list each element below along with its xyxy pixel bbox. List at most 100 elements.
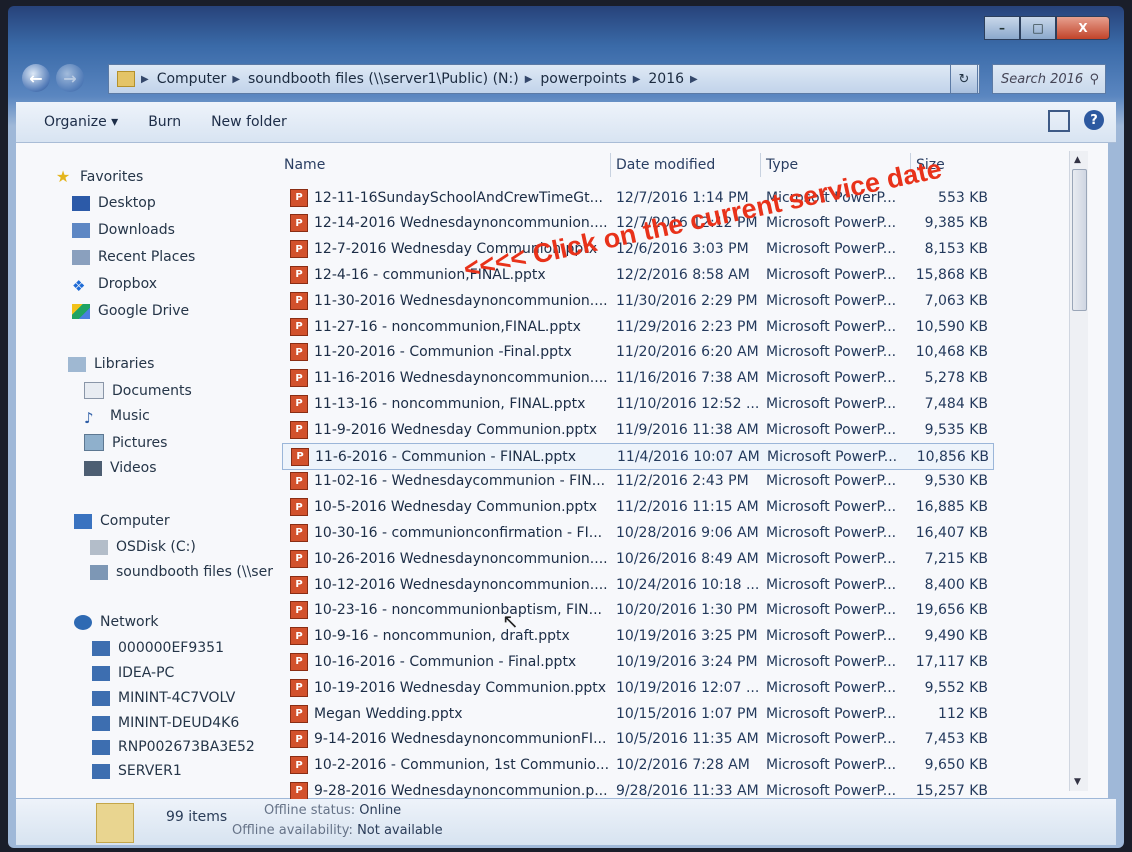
nav-label: Recent Places — [98, 249, 196, 265]
nav-network-pc[interactable]: 000000EF9351 — [92, 640, 224, 656]
file-row[interactable]: P 10-9-16 - noncommunion, draft.pptx 10/19… — [282, 624, 992, 649]
file-row[interactable]: P Megan Wedding.pptx 10/15/2016 1:07 PM Mic… — [282, 701, 992, 726]
column-header-type[interactable]: Type — [766, 157, 798, 173]
file-name-cell: P 11-20-2016 - Communion -Final.pptx — [290, 343, 572, 362]
file-name: Megan Wedding.pptx — [314, 705, 463, 722]
file-row[interactable]: P 11-27-16 - noncommunion,FINAL.pptx 11/29… — [282, 314, 992, 339]
column-divider[interactable] — [760, 153, 761, 177]
breadcrumb-powerpoints[interactable]: powerpoints — [540, 71, 626, 87]
search-input[interactable]: Search 2016 ⚲ — [992, 64, 1106, 94]
nav-osdisk[interactable]: OSDisk (C:) — [90, 539, 196, 555]
back-button[interactable]: ← — [22, 64, 50, 92]
file-row[interactable]: P 10-19-2016 Wednesday Communion.pptx 10/1… — [282, 675, 992, 700]
nav-label: MININT-DEUD4K6 — [118, 715, 240, 731]
nav-music[interactable]: ♪ Music — [84, 408, 150, 427]
nav-network-pc[interactable]: RNP002673BA3E52 — [92, 739, 255, 755]
file-row[interactable]: P 10-26-2016 Wednesdaynoncommunion.... 10/… — [282, 546, 992, 571]
forward-button[interactable]: → — [56, 64, 84, 92]
search-icon: ⚲ — [1089, 71, 1099, 87]
help-icon[interactable]: ? — [1084, 110, 1104, 130]
file-name-cell: P 12-14-2016 Wednesdaynoncommunion.... — [290, 214, 608, 233]
file-name: 10-23-16 - noncommunionbaptism, FIN... — [314, 602, 602, 619]
scroll-thumb[interactable] — [1072, 169, 1087, 311]
file-row[interactable]: P 12-4-16 - communion,FINAL.pptx 12/2/2016… — [282, 262, 992, 287]
item-count: 99 items — [166, 809, 228, 825]
column-divider[interactable] — [610, 153, 611, 177]
file-type: Microsoft PowerP... — [766, 344, 897, 361]
file-row[interactable]: P 11-30-2016 Wednesdaynoncommunion.... 11/… — [282, 288, 992, 313]
nav-network[interactable]: Network — [74, 614, 158, 630]
file-type: Microsoft PowerP... — [766, 757, 897, 774]
preview-pane-icon[interactable] — [1048, 110, 1070, 132]
nav-label: Network — [100, 614, 159, 630]
file-row[interactable]: P 10-30-16 - communionconfirmation - FI..… — [282, 520, 992, 545]
file-name: 10-19-2016 Wednesday Communion.pptx — [314, 679, 607, 696]
command-bar: Organize ▾ Burn New folder ? — [16, 102, 1116, 143]
file-size: 10,856 KB — [916, 448, 989, 465]
file-row[interactable]: P 11-13-16 - noncommunion, FINAL.pptx 11/1… — [282, 391, 992, 416]
file-name: 11-6-2016 - Communion - FINAL.pptx — [315, 448, 577, 465]
nav-recent-places[interactable]: Recent Places — [72, 249, 195, 265]
powerpoint-file-icon: P — [290, 369, 308, 388]
column-header-name[interactable]: Name — [284, 157, 325, 173]
close-button[interactable]: X — [1056, 16, 1110, 40]
nav-label: SERVER1 — [118, 763, 182, 779]
file-row[interactable]: P 11-6-2016 - Communion - FINAL.pptx 11/4/… — [282, 443, 994, 470]
powerpoint-file-icon: P — [290, 781, 308, 800]
nav-label: Computer — [100, 513, 170, 529]
breadcrumb-2016[interactable]: 2016 — [648, 71, 684, 87]
vertical-scrollbar[interactable]: ▲ ▼ — [1069, 151, 1088, 791]
nav-google-drive[interactable]: Google Drive — [72, 303, 189, 319]
file-type: Microsoft PowerP... — [766, 473, 897, 490]
file-name-cell: P 10-5-2016 Wednesday Communion.pptx — [290, 498, 597, 517]
file-row[interactable]: P 11-9-2016 Wednesday Communion.pptx 11/9/… — [282, 417, 992, 442]
file-row[interactable]: P 11-20-2016 - Communion -Final.pptx 11/20… — [282, 340, 992, 365]
scroll-down-icon[interactable]: ▼ — [1074, 777, 1081, 787]
file-row[interactable]: P 11-16-2016 Wednesdaynoncommunion.... 11/… — [282, 366, 992, 391]
file-size: 16,407 KB — [915, 524, 988, 541]
address-bar[interactable]: ▶ Computer ▶ soundbooth files (\\server1… — [108, 64, 980, 94]
file-name-cell: P 11-27-16 - noncommunion,FINAL.pptx — [290, 317, 581, 336]
minimize-button[interactable]: – — [984, 16, 1020, 40]
file-row[interactable]: P 10-5-2016 Wednesday Communion.pptx 11/2/… — [282, 495, 992, 520]
nav-network-pc[interactable]: MININT-DEUD4K6 — [92, 715, 239, 731]
file-row[interactable]: P 10-12-2016 Wednesdaynoncommunion.... 10/… — [282, 572, 992, 597]
chevron-right-icon: ▶ — [690, 73, 698, 85]
refresh-button[interactable]: ↻ — [950, 64, 978, 94]
file-name: 12-14-2016 Wednesdaynoncommunion.... — [314, 215, 608, 232]
nav-soundbooth[interactable]: soundbooth files (\\ser — [90, 564, 273, 580]
chevron-right-icon: ▶ — [232, 73, 241, 85]
scroll-up-icon[interactable]: ▲ — [1074, 155, 1081, 165]
file-row[interactable]: P 10-23-16 - noncommunionbaptism, FIN... 1… — [282, 598, 992, 623]
file-name: 10-2-2016 - Communion, 1st Communio... — [314, 757, 610, 774]
file-row[interactable]: P 10-16-2016 - Communion - Final.pptx 10/1… — [282, 649, 992, 674]
nav-libraries[interactable]: Libraries — [68, 356, 154, 372]
nav-network-pc[interactable]: IDEA-PC — [92, 665, 174, 681]
maximize-button[interactable]: □ — [1020, 16, 1056, 40]
breadcrumb-computer[interactable]: Computer — [157, 71, 227, 87]
nav-favorites[interactable]: ★ Favorites — [54, 167, 143, 186]
file-date: 11/29/2016 2:23 PM — [616, 318, 758, 335]
nav-computer[interactable]: Computer — [74, 513, 170, 529]
file-name: 11-16-2016 Wednesdaynoncommunion.... — [314, 370, 608, 387]
nav-downloads[interactable]: Downloads — [72, 222, 175, 238]
nav-pictures[interactable]: Pictures — [84, 434, 167, 451]
burn-button[interactable]: Burn — [148, 114, 181, 130]
file-size: 7,484 KB — [924, 395, 988, 412]
breadcrumb-soundbooth[interactable]: soundbooth files (\\server1\Public) (N:) — [248, 71, 519, 87]
nav-desktop[interactable]: Desktop — [72, 195, 156, 211]
file-row[interactable]: P 11-02-16 - Wednesdaycommunion - FIN... 1… — [282, 469, 992, 494]
column-header-date[interactable]: Date modified — [616, 157, 715, 173]
file-row[interactable]: P 9-14-2016 WednesdaynoncommunionFI... 10/… — [282, 727, 992, 752]
nav-videos[interactable]: Videos — [84, 460, 157, 476]
nav-documents[interactable]: Documents — [84, 382, 192, 399]
nav-network-pc[interactable]: SERVER1 — [92, 763, 182, 779]
file-row[interactable]: P 10-2-2016 - Communion, 1st Communio... 1… — [282, 753, 992, 778]
organize-button[interactable]: Organize ▾ — [44, 114, 118, 130]
nav-network-pc[interactable]: MININT-4C7VOLV — [92, 690, 235, 706]
new-folder-button[interactable]: New folder — [211, 114, 287, 130]
pc-icon — [92, 739, 110, 755]
powerpoint-file-icon: P — [290, 652, 308, 671]
nav-dropbox[interactable]: ❖ Dropbox — [72, 276, 157, 295]
file-name-cell: P 10-19-2016 Wednesday Communion.pptx — [290, 678, 607, 697]
